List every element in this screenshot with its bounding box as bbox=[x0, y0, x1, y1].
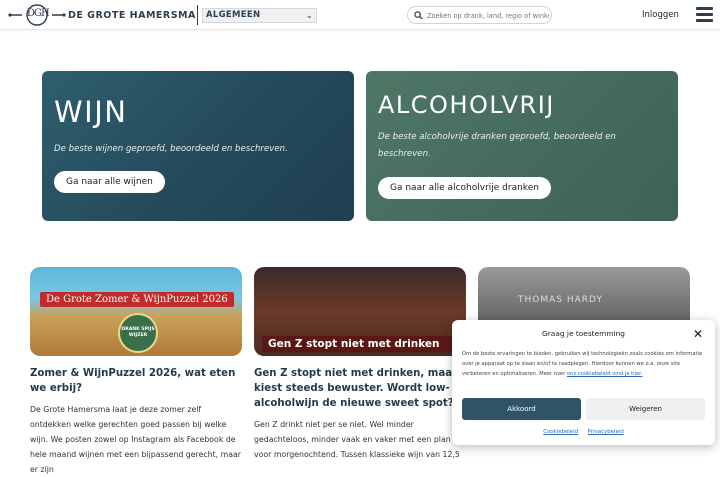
header-divider bbox=[197, 5, 198, 25]
all-nonalcoholic-button[interactable]: Ga naar alle alcoholvrije dranken bbox=[378, 177, 551, 199]
search-input[interactable] bbox=[427, 9, 549, 22]
logo-monogram: DGH bbox=[27, 8, 50, 19]
login-link[interactable]: Inloggen bbox=[642, 10, 679, 20]
site-header: DGH DE GROTE HAMERSMA ALGEMEEN ⌄ Inlogge… bbox=[0, 0, 720, 30]
consent-links: Cookiebeleid Privacybeleid bbox=[452, 429, 715, 435]
all-wines-button[interactable]: Ga naar alle wijnen bbox=[54, 171, 165, 193]
nonalcoholic-card-title: ALCOHOLVRIJ bbox=[378, 91, 555, 119]
search-icon bbox=[414, 11, 423, 20]
privacy-policy-link[interactable]: Privacybeleid bbox=[588, 429, 624, 435]
cookie-consent-dialog: Graag je toestemming ✕ Om de beste ervar… bbox=[452, 320, 715, 445]
article-card[interactable]: Gen Z stopt niet met drinken Gen Z stopt… bbox=[254, 267, 466, 462]
wine-card[interactable]: WIJN De beste wijnen geproefd, beoordeel… bbox=[42, 71, 354, 221]
accept-button[interactable]: Akkoord bbox=[462, 398, 581, 420]
article-card[interactable]: De Grote Zomer & WijnPuzzel 2026 DRANK S… bbox=[30, 267, 242, 477]
article-image[interactable]: De Grote Zomer & WijnPuzzel 2026 DRANK S… bbox=[30, 267, 242, 356]
search-box[interactable] bbox=[407, 6, 552, 24]
drank-spijs-badge: DRANK SPIJS WIJZER bbox=[118, 313, 158, 353]
logo-mark: DGH bbox=[8, 4, 66, 26]
logo-text: DE GROTE HAMERSMA bbox=[68, 9, 196, 21]
wine-card-title: WIJN bbox=[54, 95, 128, 129]
category-select[interactable]: ALGEMEEN ⌄ bbox=[202, 8, 317, 23]
article-title[interactable]: Zomer & WijnPuzzel 2026, wat eten we erb… bbox=[30, 366, 242, 396]
article-excerpt: De Grote Hamersma laat je deze zomer zel… bbox=[30, 405, 241, 474]
article-title[interactable]: Gen Z stopt niet met drinken, maar kiest… bbox=[254, 366, 466, 411]
nonalcoholic-card[interactable]: ALCOHOLVRIJ De beste alcoholvrije dranke… bbox=[366, 71, 678, 221]
chevron-down-icon: ⌄ bbox=[305, 11, 313, 20]
close-icon[interactable]: ✕ bbox=[693, 327, 703, 341]
article-excerpt: Gen Z drinkt niet per se niet. Wel minde… bbox=[254, 420, 460, 459]
article-image[interactable]: Gen Z stopt niet met drinken bbox=[254, 267, 466, 356]
deny-button[interactable]: Weigeren bbox=[586, 398, 705, 420]
consent-text: Om de beste ervaringen te bieden, gebrui… bbox=[462, 349, 707, 379]
image-caption: Gen Z stopt niet met drinken bbox=[262, 336, 466, 352]
image-sign: THOMAS HARDY bbox=[518, 295, 603, 305]
consent-title: Graag je toestemming bbox=[542, 329, 625, 338]
site-logo[interactable]: DGH DE GROTE HAMERSMA bbox=[8, 4, 196, 26]
category-select-value: ALGEMEEN bbox=[206, 10, 261, 20]
cookie-policy-link[interactable]: Cookiebeleid bbox=[543, 429, 578, 435]
menu-icon[interactable] bbox=[696, 7, 713, 22]
nonalcoholic-card-description: De beste alcoholvrije dranken geproefd, … bbox=[378, 132, 616, 159]
cookie-policy-inline-link[interactable]: ons cookiebeleid vind je hier. bbox=[567, 371, 642, 377]
wine-card-description: De beste wijnen geproefd, beoordeeld en … bbox=[54, 144, 288, 154]
image-banner: De Grote Zomer & WijnPuzzel 2026 bbox=[40, 292, 234, 307]
